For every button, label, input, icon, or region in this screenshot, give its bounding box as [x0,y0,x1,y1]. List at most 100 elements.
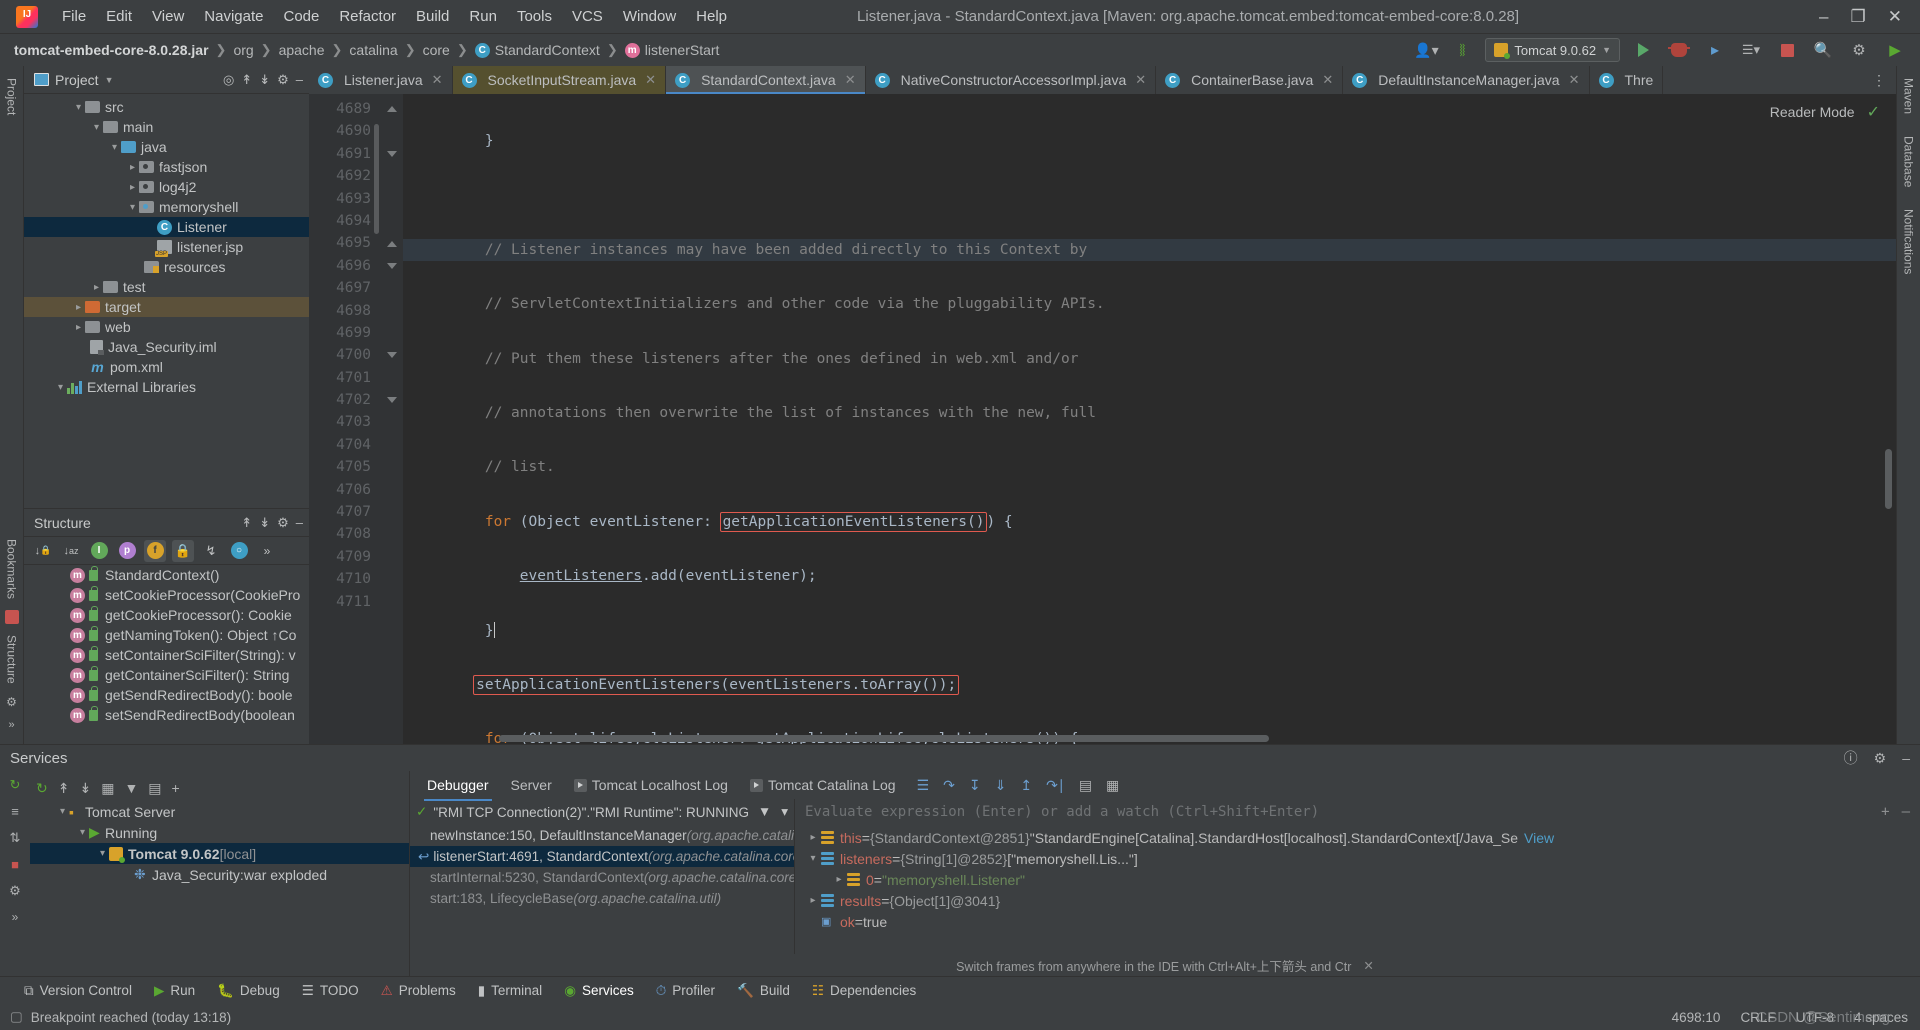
tab-standardcontext-java[interactable]: C StandardContext.java ✕ [666,66,866,94]
show-non-public-icon[interactable]: 🔒 [172,539,194,562]
expand-all-icon[interactable]: ↟ [58,780,70,797]
chevron-down-icon[interactable]: ▾ [72,102,85,113]
variables-list[interactable]: ▸ this = {StandardContext@2851} "Standar… [795,825,1920,954]
hide-icon[interactable]: – [296,72,303,87]
fold-marker[interactable] [381,232,403,254]
fold-marker[interactable] [381,255,403,277]
run-icon[interactable] [1630,38,1656,62]
reader-mode-label[interactable]: Reader Mode [1770,104,1855,120]
close-icon[interactable]: ✕ [1569,72,1580,88]
columns-icon[interactable]: ▤ [148,780,161,797]
breadcrumb-org[interactable]: org [233,42,253,58]
debug-icon[interactable] [1666,38,1692,62]
tree-item-java[interactable]: ▾ java [24,137,309,157]
step-into-icon[interactable]: ↧ [969,777,981,794]
breadcrumb-apache[interactable]: apache [279,42,325,58]
chevron-down-icon[interactable]: ▾ [56,806,69,817]
thread-selector[interactable]: ✓ "RMI TCP Connection(2)"."RMI Runtime":… [410,799,794,825]
rerun-icon[interactable]: ↻ [10,777,21,793]
collapse-all-icon[interactable]: ↡ [79,780,91,797]
force-step-into-icon[interactable]: ⇓ [995,777,1007,794]
run-to-cursor-icon[interactable]: ↷∣ [1046,777,1065,794]
menu-run[interactable]: Run [459,4,507,29]
evaluate-icon[interactable]: ▤ [1079,777,1092,794]
tree-item-src[interactable]: ▾ src [24,97,309,117]
chevron-right-icon[interactable]: ▸ [90,282,103,293]
help-icon[interactable]: ⓘ [1844,748,1858,768]
tab-debugger[interactable]: Debugger [416,773,500,801]
breadcrumb-catalina[interactable]: catalina [349,42,397,58]
group-icon[interactable]: ▦ [101,780,114,797]
tool-button-version-control[interactable]: ⧉ Version Control [24,983,132,999]
sort-alphabetically-icon[interactable]: ↓ az [60,540,82,562]
services-item-running[interactable]: ▾ ▶ Running [30,822,409,843]
settings-icon[interactable]: ⚙ [9,883,21,899]
build-icon[interactable]: ⧚ [1449,38,1475,62]
stop-icon[interactable] [1774,38,1800,62]
chevron-right-icon[interactable]: ▸ [805,895,821,906]
chevron-down-icon[interactable]: ▾ [805,853,821,864]
frame-row[interactable]: newInstance:150, DefaultInstanceManager … [410,825,794,846]
maximize-button[interactable]: ❐ [1851,7,1866,27]
structure-item[interactable]: m StandardContext() [24,565,309,585]
editor-horizontal-scrollbar[interactable] [499,735,1269,742]
plus-icon[interactable]: + [172,780,180,796]
structure-item[interactable]: m setSendRedirectBody(boolean [24,705,309,725]
fold-marker[interactable] [381,344,403,366]
chevron-down-icon[interactable]: ▾ [126,202,139,213]
add-icon[interactable]: ↻ [36,780,48,797]
chevron-down-icon[interactable]: ▾ [781,804,788,820]
remove-watch-icon[interactable]: – [1902,804,1910,820]
menu-help[interactable]: Help [686,4,737,29]
stop-icon[interactable]: ■ [11,857,19,872]
caret-position[interactable]: 4698:10 [1672,1010,1721,1025]
chevron-right-icon[interactable]: ▸ [126,182,139,193]
filter-icon[interactable]: ▼ [124,780,138,796]
gutter-scrollbar[interactable] [374,124,379,234]
tool-button-run[interactable]: ▶ Run [154,983,195,999]
close-icon[interactable]: ✕ [1363,958,1373,973]
services-tree[interactable]: ↻ ↟ ↡ ▦ ▼ ▤ + ▾ ▪ Tomcat Server ▾ ▶ Runn… [30,771,410,976]
close-icon[interactable]: ✕ [645,72,656,88]
editor-area[interactable]: Reader Mode ✓ 4689 4690 4691 4692 4693 4… [309,94,1896,744]
chevron-right-icon[interactable]: ▸ [126,162,139,173]
structure-item[interactable]: m setCookieProcessor(CookiePro [24,585,309,605]
structure-item[interactable]: m getContainerSciFilter(): String [24,665,309,685]
tab-list-icon[interactable]: ⋮ [1872,72,1886,89]
menu-file[interactable]: File [52,4,96,29]
close-button[interactable]: ✕ [1888,7,1902,27]
tab-listener-java[interactable]: C Listener.java ✕ [309,66,453,94]
minimize-button[interactable]: – [1819,7,1828,27]
close-icon[interactable]: ✕ [432,72,443,88]
tree-item-fastjson[interactable]: ▸ fastjson [24,157,309,177]
variable-row-results[interactable]: ▸ results = {Object[1]@3041} [795,890,1920,911]
editor-fold-column[interactable] [381,94,403,744]
menu-vcs[interactable]: VCS [562,4,613,29]
gear-icon[interactable]: ⚙ [277,515,289,531]
layout-icon[interactable]: ☰ [917,777,930,794]
chevron-down-icon[interactable]: ▾ [96,848,109,859]
tree-item-resources[interactable]: resources [24,257,309,277]
chevron-down-icon[interactable]: ▾ [54,382,67,393]
user-icon[interactable]: 👤▾ [1413,38,1439,62]
menu-refactor[interactable]: Refactor [329,4,406,29]
search-icon[interactable]: 🔍 [1810,38,1836,62]
tree-item-web[interactable]: ▸ web [24,317,309,337]
services-item-tomcat-instance[interactable]: ▾ Tomcat 9.0.62 [local] [30,843,409,864]
tree-item-log4j2[interactable]: ▸ log4j2 [24,177,309,197]
run-configuration-selector[interactable]: Tomcat 9.0.62 ▼ [1485,38,1620,62]
tree-item-memoryshell[interactable]: ▾ memoryshell [24,197,309,217]
filter-icon[interactable]: ≡ [11,804,19,819]
frame-row-current[interactable]: ↩ listenerStart:4691, StandardContext (o… [410,846,794,867]
rail-database-button[interactable]: Database [1902,130,1916,193]
services-item-artifact[interactable]: ❉ Java_Security:war exploded [30,864,409,885]
hide-icon[interactable]: – [1902,750,1910,766]
close-icon[interactable]: ✕ [845,72,856,88]
editor-gutter[interactable]: 4689 4690 4691 4692 4693 4694 4695 4696 … [309,94,381,744]
fold-marker[interactable] [381,143,403,165]
close-icon[interactable]: ✕ [1135,72,1146,88]
tab-thread[interactable]: C Thre [1590,66,1664,94]
breadcrumb-method[interactable]: m listenerStart [624,42,719,58]
locate-icon[interactable]: ◎ [223,72,234,88]
fold-marker[interactable] [381,389,403,411]
